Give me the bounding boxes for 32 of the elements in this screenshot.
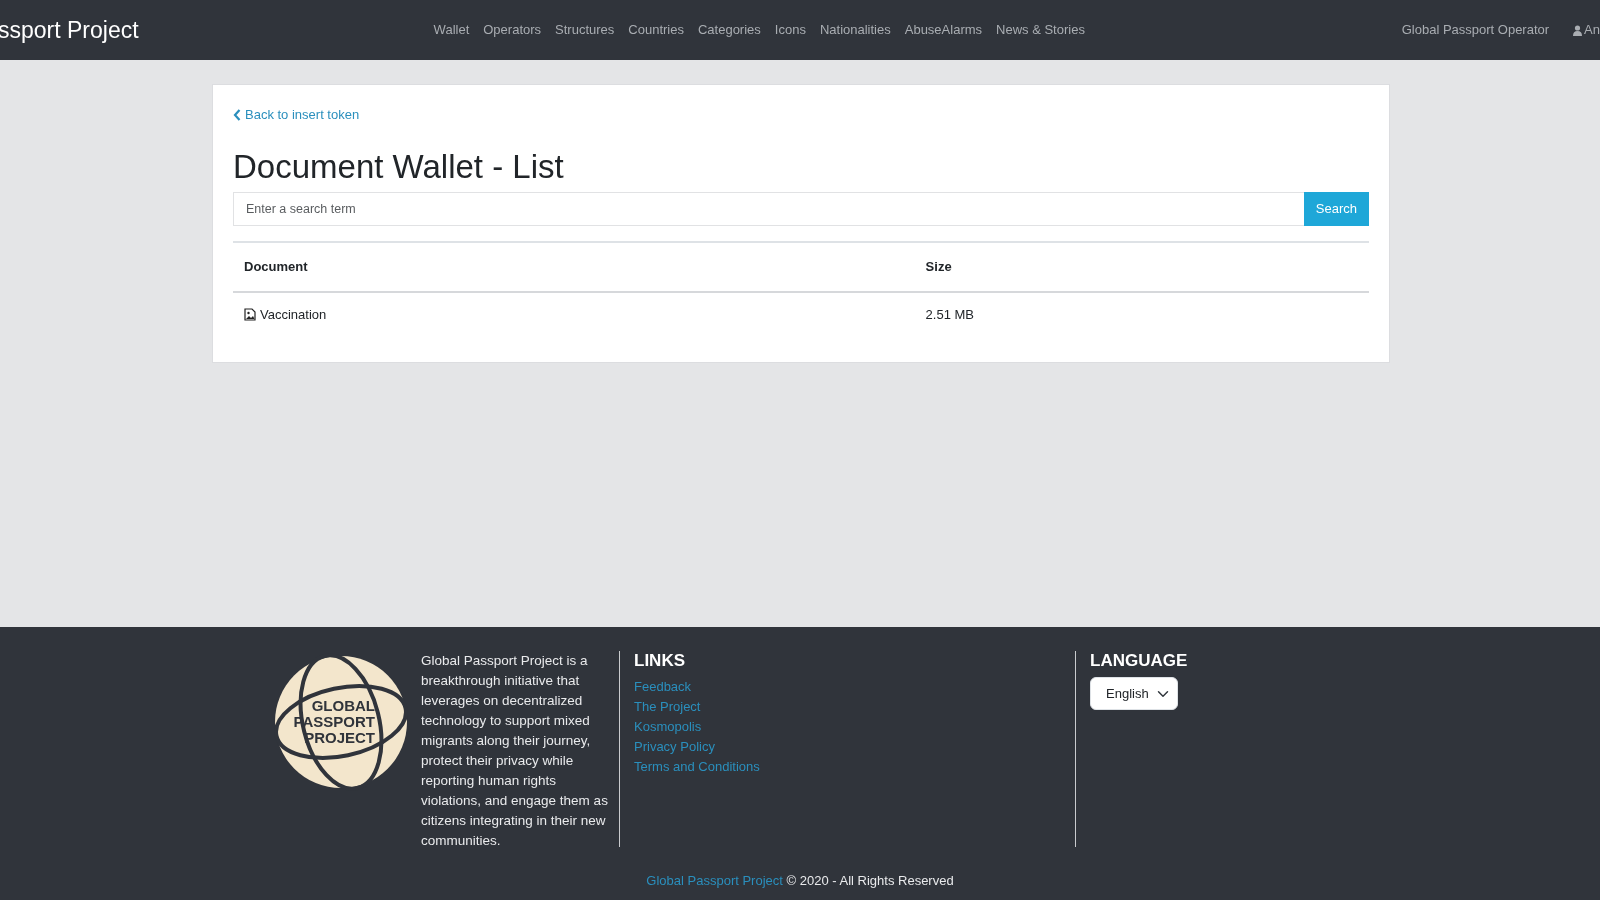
footer-link[interactable]: Feedback — [634, 677, 692, 698]
nav-link[interactable]: News & Stories — [989, 20, 1092, 40]
nav-link[interactable]: Icons — [767, 20, 813, 40]
language-select[interactable]: English — [1090, 677, 1178, 711]
column-header: Document — [233, 242, 915, 292]
links-heading: LINKS — [634, 651, 686, 672]
table-cell: 2.51 MB — [914, 291, 1369, 339]
nav-link[interactable]: AbuseAlarms — [897, 20, 990, 40]
footer-link[interactable]: Privacy Policy — [634, 737, 715, 758]
user-menu[interactable]: An — [1582, 20, 1600, 40]
image-file-icon — [244, 307, 256, 321]
column-header: Size — [914, 242, 1369, 292]
nav-link[interactable]: Global Passport Operator — [1394, 20, 1557, 40]
nav-link[interactable]: Countries — [621, 20, 691, 40]
copyright-text: © 2020 - All Rights Reserved — [786, 873, 954, 888]
footer-link[interactable]: Kosmopolis — [634, 717, 702, 738]
nav-link[interactable]: Wallet — [426, 20, 477, 40]
language-heading: LANGUAGE — [1090, 651, 1188, 672]
copyright-link[interactable]: Global Passport Project — [646, 873, 783, 888]
nav-link[interactable]: Nationalities — [812, 20, 898, 40]
nav-link[interactable]: Categories — [690, 20, 768, 40]
footer-link[interactable]: The Project — [634, 697, 701, 718]
document-name[interactable]: Vaccination — [260, 304, 327, 325]
page-title: Document Wallet - List — [233, 146, 565, 187]
nav-link[interactable]: Operators — [476, 20, 549, 40]
about-paragraph: Global Passport Project is a breakthrough initiative that leverages on decentralized technology to support mixed migrants along their journey, protect their privacy while reporting human rights violations, and engage them as citizens integrating in their new communities. — [421, 652, 609, 850]
footer-link[interactable]: Terms and Conditions — [634, 757, 760, 778]
search-field[interactable]: Enter a search term — [233, 192, 1305, 227]
chevron-left-icon — [233, 108, 241, 121]
nav-link[interactable]: Structures — [548, 20, 622, 40]
user-icon — [1573, 24, 1583, 36]
back-link[interactable]: Back to insert token — [245, 105, 360, 125]
